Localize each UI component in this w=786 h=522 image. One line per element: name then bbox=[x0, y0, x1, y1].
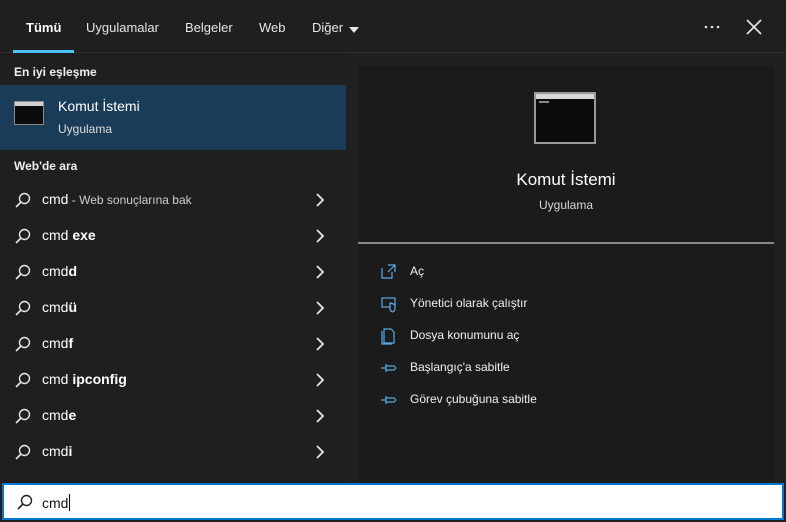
preview-app-type: Uygulama bbox=[538, 198, 594, 212]
web-suggestion-item[interactable]: cmd exe bbox=[0, 218, 346, 254]
web-search-heading: Web'de ara bbox=[14, 159, 78, 173]
action-open-file-location[interactable]: Dosya konumunu aç bbox=[358, 322, 774, 350]
preview-panel: Komut İstemi Uygulama Aç Yönetici olarak… bbox=[358, 66, 774, 482]
suggestion-completion: d bbox=[68, 263, 78, 279]
close-icon[interactable] bbox=[741, 14, 767, 40]
web-suggestion-label: cmde bbox=[42, 407, 76, 423]
tab-web[interactable]: Web bbox=[259, 0, 286, 53]
web-suggestion-item[interactable]: cmd - Web sonuçlarına bak bbox=[0, 182, 346, 218]
search-icon bbox=[14, 335, 32, 353]
web-suggestion-label: cmdd bbox=[42, 263, 77, 279]
tab-apps[interactable]: Uygulamalar bbox=[86, 0, 159, 53]
search-icon bbox=[14, 407, 32, 425]
preview-app-name: Komut İstemi bbox=[516, 170, 616, 189]
web-suggestion-item[interactable]: cmde bbox=[0, 398, 346, 434]
web-suggestion-label: cmd exe bbox=[42, 227, 96, 243]
web-suggestion-label: cmd - Web sonuçlarına bak bbox=[42, 191, 192, 207]
chevron-right-icon[interactable] bbox=[314, 301, 326, 315]
suggestion-prefix: cmd bbox=[42, 371, 73, 387]
search-icon bbox=[14, 299, 32, 317]
web-suggestion-item[interactable]: cmdü bbox=[0, 290, 346, 326]
chevron-right-icon[interactable] bbox=[314, 445, 326, 459]
best-match-type: Uygulama bbox=[58, 122, 113, 136]
tab-all[interactable]: Tümü bbox=[12, 0, 75, 53]
web-suggestion-item[interactable]: cmd ipconfig bbox=[0, 362, 346, 398]
web-suggestion-item[interactable]: cmdd bbox=[0, 254, 346, 290]
search-input-value: cmd bbox=[42, 495, 69, 511]
action-run-as-admin[interactable]: Yönetici olarak çalıştır bbox=[358, 290, 774, 318]
suggestion-completion: e bbox=[68, 407, 77, 423]
suggestion-prefix: cmd bbox=[42, 407, 69, 423]
tab-more[interactable]: Diğer bbox=[312, 0, 360, 56]
shield-icon bbox=[380, 295, 398, 313]
best-match-name: Komut İstemi bbox=[58, 98, 140, 114]
chevron-right-icon[interactable] bbox=[314, 265, 326, 279]
search-icon bbox=[14, 263, 32, 281]
suggestion-prefix: cmd bbox=[42, 227, 73, 243]
text-cursor bbox=[69, 494, 71, 511]
action-open[interactable]: Aç bbox=[358, 258, 774, 286]
suggestion-completion: i bbox=[68, 443, 73, 459]
search-tabs-bar: Tümü Uygulamalar Belgeler Web Diğer bbox=[0, 0, 786, 53]
search-icon bbox=[14, 443, 32, 461]
chevron-right-icon[interactable] bbox=[314, 409, 326, 423]
tab-documents[interactable]: Belgeler bbox=[185, 0, 233, 53]
open-icon bbox=[380, 263, 398, 281]
more-icon[interactable] bbox=[699, 14, 725, 40]
search-box[interactable]: cmd bbox=[2, 483, 784, 520]
pin-icon bbox=[380, 359, 398, 377]
command-prompt-large-icon bbox=[534, 92, 596, 144]
web-suggestion-item[interactable]: cmdi bbox=[0, 434, 346, 470]
chevron-right-icon[interactable] bbox=[314, 337, 326, 351]
web-suggestion-label: cmdf bbox=[42, 335, 73, 351]
action-pin-to-taskbar[interactable]: Görev çubuğuna sabitle bbox=[358, 386, 774, 414]
web-suggestion-label: cmdü bbox=[42, 299, 77, 315]
web-suggestion-label: cmd ipconfig bbox=[42, 371, 127, 387]
action-run-as-admin-label: Yönetici olarak çalıştır bbox=[410, 296, 528, 310]
suggestion-completion: exe bbox=[72, 227, 96, 243]
suggestion-note: - Web sonuçlarına bak bbox=[68, 193, 192, 207]
search-icon bbox=[14, 227, 32, 245]
best-match-heading: En iyi eşleşme bbox=[14, 65, 97, 79]
caret-down-icon bbox=[349, 1, 360, 56]
web-suggestion-item[interactable]: cmdf bbox=[0, 326, 346, 362]
best-match-item[interactable]: Komut İstemi Uygulama bbox=[0, 85, 346, 150]
pin-icon bbox=[380, 391, 398, 409]
tab-more-label: Diğer bbox=[312, 20, 344, 35]
preview-divider bbox=[358, 242, 774, 244]
suggestion-completion: ipconfig bbox=[72, 371, 127, 387]
search-icon bbox=[14, 191, 32, 209]
suggestion-prefix: cmd bbox=[42, 443, 69, 459]
results-panel: En iyi eşleşme Komut İstemi Uygulama Web… bbox=[0, 53, 346, 483]
suggestion-prefix: cmd bbox=[42, 335, 69, 351]
search-icon bbox=[14, 371, 32, 389]
action-open-file-location-label: Dosya konumunu aç bbox=[410, 328, 520, 342]
search-input[interactable]: cmd bbox=[42, 494, 71, 511]
web-suggestion-label: cmdi bbox=[42, 443, 72, 459]
action-pin-to-taskbar-label: Görev çubuğuna sabitle bbox=[410, 392, 537, 406]
suggestion-prefix: cmd bbox=[42, 263, 69, 279]
file-location-icon bbox=[380, 327, 398, 345]
suggestion-completion: ü bbox=[68, 299, 78, 315]
action-pin-to-start-label: Başlangıç'a sabitle bbox=[410, 360, 510, 374]
suggestion-prefix: cmd bbox=[42, 191, 69, 207]
suggestion-prefix: cmd bbox=[42, 299, 69, 315]
chevron-right-icon[interactable] bbox=[314, 229, 326, 243]
chevron-right-icon[interactable] bbox=[314, 373, 326, 387]
suggestion-completion: f bbox=[68, 335, 74, 351]
search-icon bbox=[16, 493, 34, 511]
command-prompt-app-icon bbox=[14, 101, 44, 125]
action-pin-to-start[interactable]: Başlangıç'a sabitle bbox=[358, 354, 774, 382]
chevron-right-icon[interactable] bbox=[314, 193, 326, 207]
action-open-label: Aç bbox=[410, 264, 425, 278]
